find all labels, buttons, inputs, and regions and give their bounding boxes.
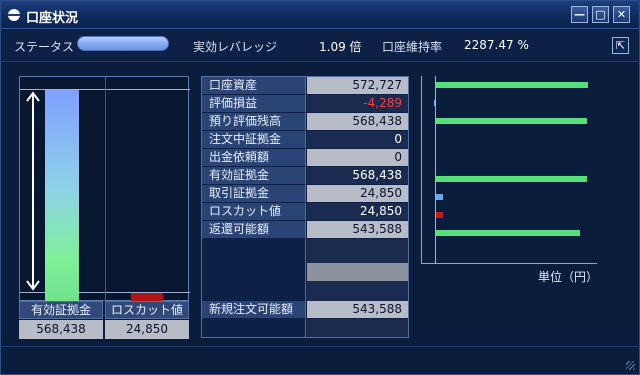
close-button[interactable]: ✕	[613, 6, 630, 23]
row-value: 24,850	[307, 203, 408, 221]
row-value: 568,438	[307, 167, 408, 185]
table-spacer	[202, 319, 306, 337]
table-spacer	[307, 281, 408, 301]
double-arrow-icon	[26, 91, 40, 291]
table-row: 返還可能額 543,588	[202, 221, 408, 239]
gauge-left-label: 有効証拠金	[19, 301, 103, 319]
new-order-label: 新規注文可能額	[202, 301, 306, 319]
window-icon	[8, 9, 20, 21]
status-label: ステータス	[14, 40, 75, 54]
balance-bar-chart	[421, 76, 597, 264]
account-table: 口座資産 572,727 評価損益 -4,289 預り評価残高 568,438 …	[201, 76, 409, 338]
table-row: ロスカット値 24,850	[202, 203, 408, 221]
chart-bar	[436, 230, 580, 236]
status-indicator	[77, 36, 169, 51]
row-label: ロスカット値	[202, 203, 306, 221]
chart-bar	[436, 118, 587, 124]
table-spacer	[307, 263, 408, 281]
chart-zero-axis	[435, 76, 436, 264]
table-row: 取引証拠金 24,850	[202, 185, 408, 203]
table-row: 有効証拠金 568,438	[202, 167, 408, 185]
maintenance-rate-value: 2287.47 %	[464, 38, 529, 52]
table-spacer	[307, 319, 408, 337]
gauge-left-value: 568,438	[19, 320, 103, 339]
maintenance-rate-label: 口座維持率	[382, 40, 443, 54]
row-value: 24,850	[307, 185, 408, 203]
window-title: 口座状況	[26, 11, 79, 26]
resize-grip-icon[interactable]	[626, 361, 635, 370]
margin-gauge	[19, 76, 190, 302]
leverage-value: 1.09 倍	[319, 40, 362, 54]
row-label: 返還可能額	[202, 221, 306, 239]
row-value: -4,289	[307, 95, 408, 113]
gauge-right-value: 24,850	[105, 320, 189, 339]
row-label: 評価損益	[202, 95, 306, 113]
unit-label: 単位（円）	[538, 270, 599, 284]
chart-bar	[436, 82, 588, 88]
status-row: ステータス 実効レバレッジ 1.09 倍 口座維持率 2287.47 % ⇱	[1, 30, 639, 62]
leverage-label: 実効レバレッジ	[193, 40, 278, 54]
row-label: 出金依頼額	[202, 149, 306, 167]
account-status-window: 口座状況 — □ ✕ ステータス 実効レバレッジ 1.09 倍 口座維持率 22…	[0, 0, 640, 375]
table-row: 出金依頼額 0	[202, 149, 408, 167]
row-label: 取引証拠金	[202, 185, 306, 203]
row-value: 543,588	[307, 221, 408, 239]
row-label: 預り評価残高	[202, 113, 306, 131]
row-value: 568,438	[307, 113, 408, 131]
table-spacer	[307, 239, 408, 263]
row-label: 有効証拠金	[202, 167, 306, 185]
table-spacer	[202, 239, 306, 301]
gauge-right-label: ロスカット値	[105, 301, 189, 319]
table-row: 預り評価残高 568,438	[202, 113, 408, 131]
effective-margin-bar	[45, 90, 79, 302]
chart-bar	[436, 176, 587, 182]
gauge-divider	[105, 77, 106, 302]
row-value: 572,727	[307, 77, 408, 95]
minimize-button[interactable]: —	[571, 6, 588, 23]
chart-bar	[436, 194, 443, 200]
title-bar[interactable]: 口座状況 — □ ✕	[1, 1, 639, 29]
row-label: 口座資産	[202, 77, 306, 95]
table-row: 新規注文可能額 543,588	[202, 301, 408, 319]
row-value: 0	[307, 149, 408, 167]
table-row: 評価損益 -4,289	[202, 95, 408, 113]
status-bar	[1, 346, 639, 374]
new-order-value: 543,588	[307, 301, 408, 319]
table-row: 口座資産 572,727	[202, 77, 408, 95]
chart-bar	[436, 212, 443, 218]
row-value: 0	[307, 131, 408, 149]
row-label: 注文中証拠金	[202, 131, 306, 149]
popout-icon[interactable]: ⇱	[612, 37, 629, 54]
maximize-button[interactable]: □	[592, 6, 609, 23]
table-row: 注文中証拠金 0	[202, 131, 408, 149]
gauge-legend: 有効証拠金 ロスカット値 568,438 24,850	[19, 301, 189, 339]
